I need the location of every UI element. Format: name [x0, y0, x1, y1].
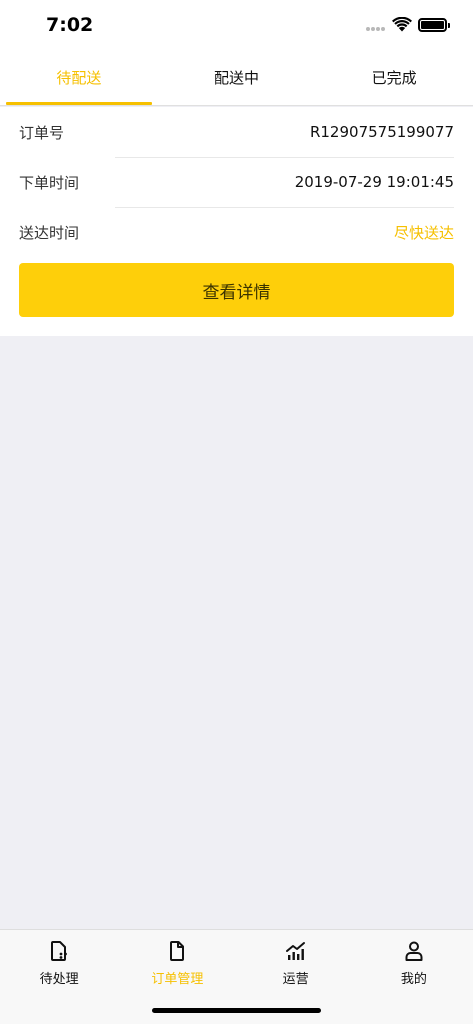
tab-completed[interactable]: 已完成 [315, 52, 473, 105]
order-number-label: 订单号 [19, 123, 65, 142]
battery-icon [418, 18, 450, 32]
person-icon [405, 941, 423, 961]
wifi-icon [392, 17, 412, 32]
order-number-row: 订单号 R12907575199077 [19, 107, 454, 157]
tabbar-label: 我的 [400, 972, 427, 987]
tabbar-label: 待处理 [39, 972, 79, 987]
document-icon [170, 941, 185, 961]
tab-pending-delivery[interactable]: 待配送 [0, 52, 158, 105]
view-details-button[interactable]: 查看详情 [19, 263, 454, 317]
chart-icon [285, 942, 305, 960]
tabbar-item-pending[interactable]: 待处理 [0, 930, 118, 1024]
order-time-value: 2019-07-29 19:01:45 [294, 173, 454, 191]
cellular-signal-icon [366, 27, 386, 31]
pending-doc-icon [51, 941, 68, 961]
tabbar-label: 订单管理 [151, 972, 204, 987]
status-bar: 7:02 [0, 0, 473, 52]
order-number-value: R12907575199077 [309, 123, 454, 141]
delivery-time-row: 送达时间 尽快送达 [19, 207, 454, 257]
delivery-time-value: 尽快送达 [393, 223, 454, 242]
tabbar-label: 运营 [282, 972, 309, 987]
status-time: 7:02 [46, 14, 94, 36]
order-time-row: 下单时间 2019-07-29 19:01:45 [19, 157, 454, 207]
order-status-tabs: 待配送 配送中 已完成 [0, 52, 473, 106]
tabbar-item-profile[interactable]: 我的 [355, 930, 473, 1024]
order-time-label: 下单时间 [19, 173, 80, 192]
home-indicator [152, 1008, 321, 1013]
delivery-time-label: 送达时间 [19, 223, 80, 242]
tab-in-delivery[interactable]: 配送中 [158, 52, 316, 105]
order-card: 订单号 R12907575199077 下单时间 2019-07-29 19:0… [0, 107, 473, 336]
